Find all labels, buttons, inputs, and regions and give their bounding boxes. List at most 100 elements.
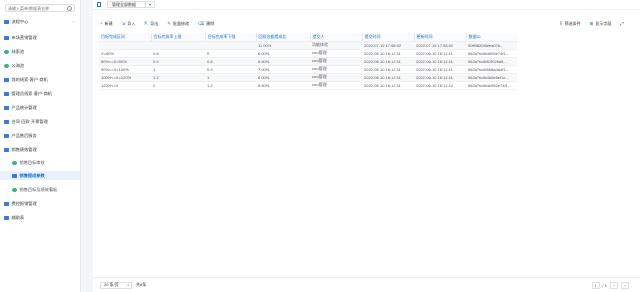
fullscreen-icon: ⤢	[620, 21, 624, 26]
table-cell: crm管理	[310, 81, 362, 90]
sidebar-item-performance-board[interactable]: 销售目标及绩效看板	[0, 185, 80, 194]
column-header[interactable]: 目标完成区间	[99, 33, 152, 42]
table-row[interactable]: X<80% 0.8 0 6.00% crm管理 2022-06-10 16:12…	[99, 49, 517, 58]
sidebar: 流程中心 › 市场营销管理 线索池 公海池 我的线索·客户·商机 管理员线索·客…	[0, 0, 81, 292]
page-number-input[interactable]: 1	[591, 282, 600, 289]
table-cell: crm管理	[310, 73, 362, 82]
sidebar-item-label: 市场营销管理	[11, 34, 37, 40]
table-cell: 2022-07-19 17:58:02	[414, 41, 466, 50]
sidebar-item-contracts[interactable]: 合同·回款·开票管理	[0, 117, 80, 126]
filter-button[interactable]: ⊽ 筛选条件	[559, 21, 580, 27]
table-cell: 1.2	[205, 81, 256, 90]
table-cell	[99, 41, 151, 50]
folder-icon	[4, 215, 9, 220]
table-cell: 90%<=X<100%	[99, 65, 151, 74]
table-cell	[151, 41, 205, 50]
import-icon: ⇲	[121, 20, 126, 26]
sidebar-item-label: 合同·回款·开票管理	[11, 118, 48, 124]
new-button[interactable]: + 新建	[100, 21, 113, 27]
column-header[interactable]: 回款金额提成比	[256, 33, 311, 42]
table-row[interactable]: 80%<=X<90% 0.9 0.8 6.50% crm管理 2022-06-1…	[99, 57, 517, 66]
import-button[interactable]: ⇲ 导入	[122, 21, 136, 27]
form-icon	[4, 63, 9, 68]
search-icon[interactable]	[67, 5, 72, 11]
total-count: 共6条	[136, 282, 147, 287]
sidebar-item-process-center[interactable]: 流程中心 ›	[0, 17, 80, 26]
table-row[interactable]: 100%<=X<120% 1.2 1 8.00% crm管理 2022-06-1…	[99, 73, 517, 82]
sidebar-item-label: 辅助表	[11, 214, 25, 220]
column-header[interactable]: 目标完成率下限	[205, 33, 257, 42]
table-cell: 0	[205, 49, 256, 58]
table-cell: 2022-06-10 16:12:12	[414, 81, 466, 90]
table-cell: 562a7fcdb5b8a4d4f1...	[466, 65, 517, 74]
next-page-button[interactable]: ›	[621, 282, 629, 289]
sidebar-item-aux-tables[interactable]: 辅助表	[0, 213, 80, 222]
sidebar-item-sales-performance[interactable]: 销售绩效管理	[0, 145, 80, 154]
pager: 1 / 1 ‹ ›	[591, 282, 629, 289]
dashboard-icon	[12, 187, 17, 192]
sidebar-item-label: 流程中心	[11, 18, 29, 24]
table-header-row: 目标完成区间 目标完成率上限 目标完成率下限 回款金额提成比 提交人 提交时间 …	[99, 33, 517, 42]
sidebar-item-after-sales[interactable]: 产品售后服务	[0, 131, 80, 140]
table-cell: 8.00%	[256, 73, 310, 82]
sidebar-item-label: 公海池	[11, 62, 25, 68]
plus-icon: +	[100, 21, 103, 26]
table-cell: 80%<=X<90%	[99, 57, 151, 66]
batch-edit-button[interactable]: ✎ 批量修改	[167, 21, 189, 27]
folder-icon	[4, 91, 9, 96]
import-label: 导入	[127, 20, 136, 26]
table-cell: crm管理	[310, 65, 362, 74]
table-cell: crm管理	[310, 49, 362, 58]
table-row[interactable]: 11.00% 功能体验 2022-07-19 17:58:02 2022-07-…	[99, 41, 517, 50]
table-row[interactable]: 120%<=X 2 1.2 8.50% crm管理 2022-06-10 16:…	[99, 81, 517, 90]
table-cell: 0.9	[151, 57, 205, 66]
table-cell: 2022-06-10 16:12:11	[414, 65, 466, 74]
table-row[interactable]: 90%<=X<100% 1 0.9 7.00% crm管理 2022-06-10…	[99, 65, 517, 74]
export-label: 导出	[150, 20, 159, 26]
page-size-value: 20 条/页	[104, 282, 119, 287]
export-button[interactable]: ⇱ 导出	[144, 21, 158, 27]
column-header[interactable]: 更新时间	[414, 33, 467, 42]
filter-icon: ⊽	[559, 20, 563, 26]
page-size-select[interactable]: 20 条/页 ▾	[100, 281, 132, 289]
sidebar-item-commission-params[interactable]: 销售提成参数	[0, 171, 80, 180]
display-fields-button[interactable]: ⊞ 显示字段	[590, 21, 612, 27]
sidebar-item-my-leads[interactable]: 我的线索·客户·商机	[0, 75, 80, 84]
column-header[interactable]: 数据ID	[466, 33, 517, 42]
sidebar-item-label: 销售目标审核	[19, 159, 45, 165]
batch-edit-label: 批量修改	[172, 20, 189, 26]
sidebar-item-target-review[interactable]: 销售目标审核	[0, 158, 80, 167]
chevron-down-icon: ▾	[127, 283, 129, 287]
table-cell: 120%<=X	[99, 81, 151, 90]
table-cell: X<80%	[99, 49, 151, 58]
menu-search-input[interactable]	[8, 5, 68, 11]
table-cell: 2022-06-10 16:12:11	[362, 49, 414, 58]
table-cell: 2022-07-19 17:58:02	[362, 41, 414, 50]
column-header[interactable]: 提交人	[310, 33, 363, 42]
sidebar-item-public-pool[interactable]: 公海池	[0, 61, 80, 70]
chevron-down-icon[interactable]: ▾	[145, 2, 154, 7]
sidebar-item-label: 我的线索·客户·商机	[11, 76, 48, 82]
edit-icon: ✎	[167, 20, 171, 26]
sidebar-item-admin-leads[interactable]: 管理员线索·客户·商机	[0, 89, 80, 98]
table-cell: 2022-06-10 16:12:11	[414, 49, 466, 58]
delete-button[interactable]: ⌫ 删除	[198, 21, 214, 27]
sidebar-item-lead-pool[interactable]: 线索池	[0, 47, 80, 56]
sidebar-item-product-stats[interactable]: 产品统计管理	[0, 103, 80, 112]
fullscreen-button[interactable]: ⤢	[620, 21, 626, 26]
view-select-value: 管理全部数据	[112, 1, 136, 7]
menu-search[interactable]	[5, 4, 75, 12]
table-cell: 2022-06-10 16:12:11	[362, 57, 414, 66]
sidebar-item-expense[interactable]: 费控报销管理	[0, 199, 80, 208]
table-cell: 562a7fcdb4605e74f1...	[466, 49, 517, 58]
table-cell: 562a7fcdbf19026d5...	[466, 57, 517, 66]
column-header[interactable]: 提交时间	[362, 33, 415, 42]
form-icon	[12, 160, 17, 165]
toolbar-right: ⊽ 筛选条件 ⊞ 显示字段 ⤢	[550, 19, 626, 28]
view-select[interactable]: 管理全部数据 ▾	[107, 1, 155, 8]
column-header[interactable]: 目标完成率上限	[151, 33, 206, 42]
table-cell: 100%<=X<120%	[99, 73, 151, 82]
sidebar-item-marketing[interactable]: 市场营销管理	[0, 33, 80, 42]
folder-icon	[4, 133, 9, 138]
prev-page-button[interactable]: ‹	[610, 282, 618, 289]
